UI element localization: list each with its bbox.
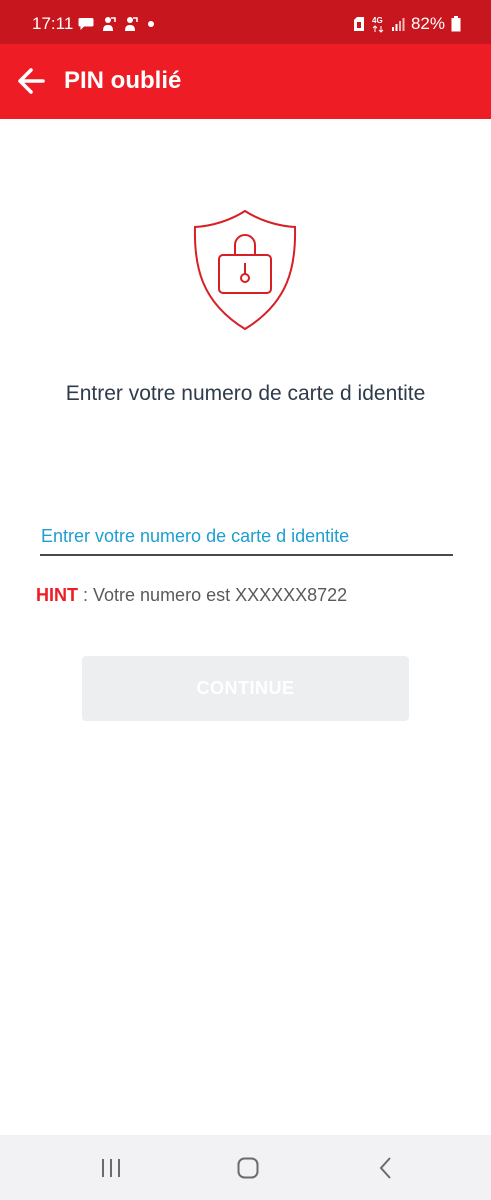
recents-icon <box>102 1159 120 1177</box>
status-bar: 17:11 4G 82% <box>0 0 491 44</box>
person-icon <box>125 17 138 31</box>
person-icon <box>103 17 116 31</box>
hint-value: Votre numero est XXXXXX8722 <box>93 585 348 605</box>
system-nav-bar <box>0 1135 491 1200</box>
svg-text:4G: 4G <box>372 16 383 25</box>
back-icon <box>379 1157 391 1179</box>
arrow-back-icon <box>18 68 45 94</box>
nav-back-button[interactable] <box>371 1155 401 1181</box>
recents-button[interactable] <box>96 1155 126 1181</box>
hint-text: HINT : Votre numero est XXXXXX8722 <box>36 583 347 607</box>
instruction-text: Entrer votre numero de carte d identite <box>65 382 426 405</box>
signal-icon <box>391 18 405 31</box>
sim-icon <box>353 17 364 31</box>
app-bar: PIN oublié <box>0 44 491 119</box>
dot-icon <box>148 21 154 27</box>
back-button[interactable] <box>14 64 48 98</box>
network-4g-icon: 4G <box>372 16 384 33</box>
battery-icon <box>451 16 461 32</box>
shield-lock-icon <box>193 209 297 331</box>
home-icon <box>237 1157 259 1179</box>
notification-icons <box>78 16 156 32</box>
id-card-input[interactable] <box>40 520 454 552</box>
continue-button[interactable]: CONTINUE <box>82 656 409 721</box>
hint-label: HINT <box>36 585 78 605</box>
status-time: 17:11 <box>32 14 74 33</box>
system-icons: 4G 82% <box>353 14 461 34</box>
home-button[interactable] <box>233 1155 263 1181</box>
page-title: PIN oublié <box>64 67 182 94</box>
hint-separator: : <box>78 585 94 605</box>
battery-percentage: 82% <box>410 14 445 33</box>
id-card-field <box>40 520 454 556</box>
chat-bubble-icon <box>78 18 94 30</box>
